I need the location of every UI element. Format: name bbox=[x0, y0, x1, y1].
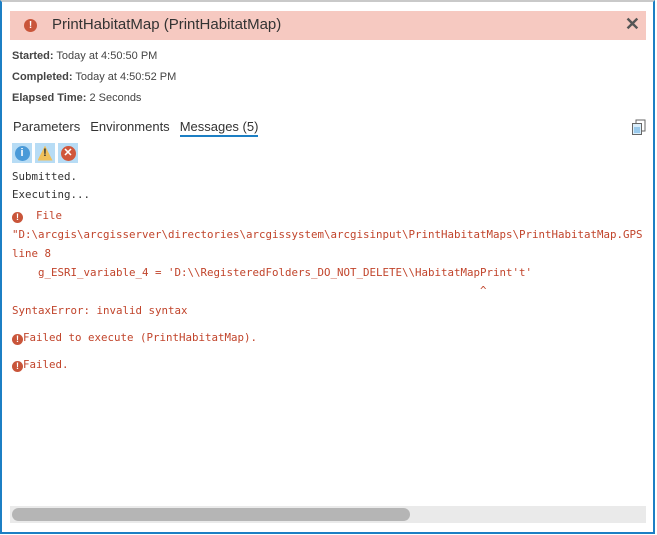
error-text: File bbox=[29, 209, 63, 222]
elapsed-row: Elapsed Time: 2 Seconds bbox=[12, 92, 141, 104]
error-icon: ! bbox=[12, 334, 23, 345]
error-message-line: ^ bbox=[12, 284, 487, 297]
result-header: ! PrintHabitatMap (PrintHabitatMap) ✕ bbox=[10, 11, 646, 40]
tab-messages[interactable]: Messages (5) bbox=[179, 119, 259, 137]
close-button[interactable]: ✕ bbox=[625, 14, 640, 35]
tab-environments[interactable]: Environments bbox=[90, 119, 169, 137]
error-message-line: SyntaxError: invalid syntax bbox=[12, 304, 188, 317]
elapsed-value: 2 Seconds bbox=[89, 92, 142, 104]
warning-icon: ! bbox=[37, 145, 53, 161]
error-message-line: "D:\arcgis\arcgisserver\directories\arcg… bbox=[12, 228, 643, 241]
filter-warning-button[interactable]: ! bbox=[35, 143, 55, 163]
tab-parameters[interactable]: Parameters bbox=[13, 119, 80, 137]
error-text: Failed. bbox=[23, 358, 69, 371]
completed-row: Completed: Today at 4:50:52 PM bbox=[12, 71, 176, 83]
error-icon: ! bbox=[12, 212, 23, 223]
completed-value: Today at 4:50:52 PM bbox=[75, 71, 177, 83]
filter-info-button[interactable]: i bbox=[12, 143, 32, 163]
info-icon: i bbox=[14, 145, 30, 161]
error-text: Failed to execute (PrintHabitatMap). bbox=[23, 331, 258, 344]
started-label: Started: bbox=[12, 50, 54, 62]
elapsed-label: Elapsed Time: bbox=[12, 92, 87, 104]
error-message-line: line 8 bbox=[12, 247, 52, 260]
tab-bar: Parameters Environments Messages (5) bbox=[13, 119, 259, 137]
error-message: ! Failed to execute (PrintHabitatMap). bbox=[12, 331, 257, 345]
error-filter-icon: ✕ bbox=[60, 145, 76, 161]
message-line: Executing... bbox=[12, 188, 91, 201]
tool-title: PrintHabitatMap (PrintHabitatMap) bbox=[52, 16, 282, 33]
horizontal-scrollbar[interactable] bbox=[10, 506, 646, 523]
message-filters: i ! ✕ bbox=[12, 143, 78, 163]
error-message-line: g_ESRI_variable_4 = 'D:\\RegisteredFolde… bbox=[12, 266, 533, 279]
scrollbar-thumb[interactable] bbox=[12, 508, 411, 521]
error-message: ! File bbox=[12, 209, 62, 223]
completed-label: Completed: bbox=[12, 71, 73, 83]
error-icon: ! bbox=[12, 361, 23, 372]
error-message: ! Failed. bbox=[12, 358, 69, 372]
copy-icon[interactable] bbox=[631, 119, 647, 135]
filter-error-button[interactable]: ✕ bbox=[58, 143, 78, 163]
error-icon: ! bbox=[24, 19, 37, 32]
started-value: Today at 4:50:50 PM bbox=[56, 50, 158, 62]
message-line: Submitted. bbox=[12, 170, 78, 183]
started-row: Started: Today at 4:50:50 PM bbox=[12, 50, 157, 62]
